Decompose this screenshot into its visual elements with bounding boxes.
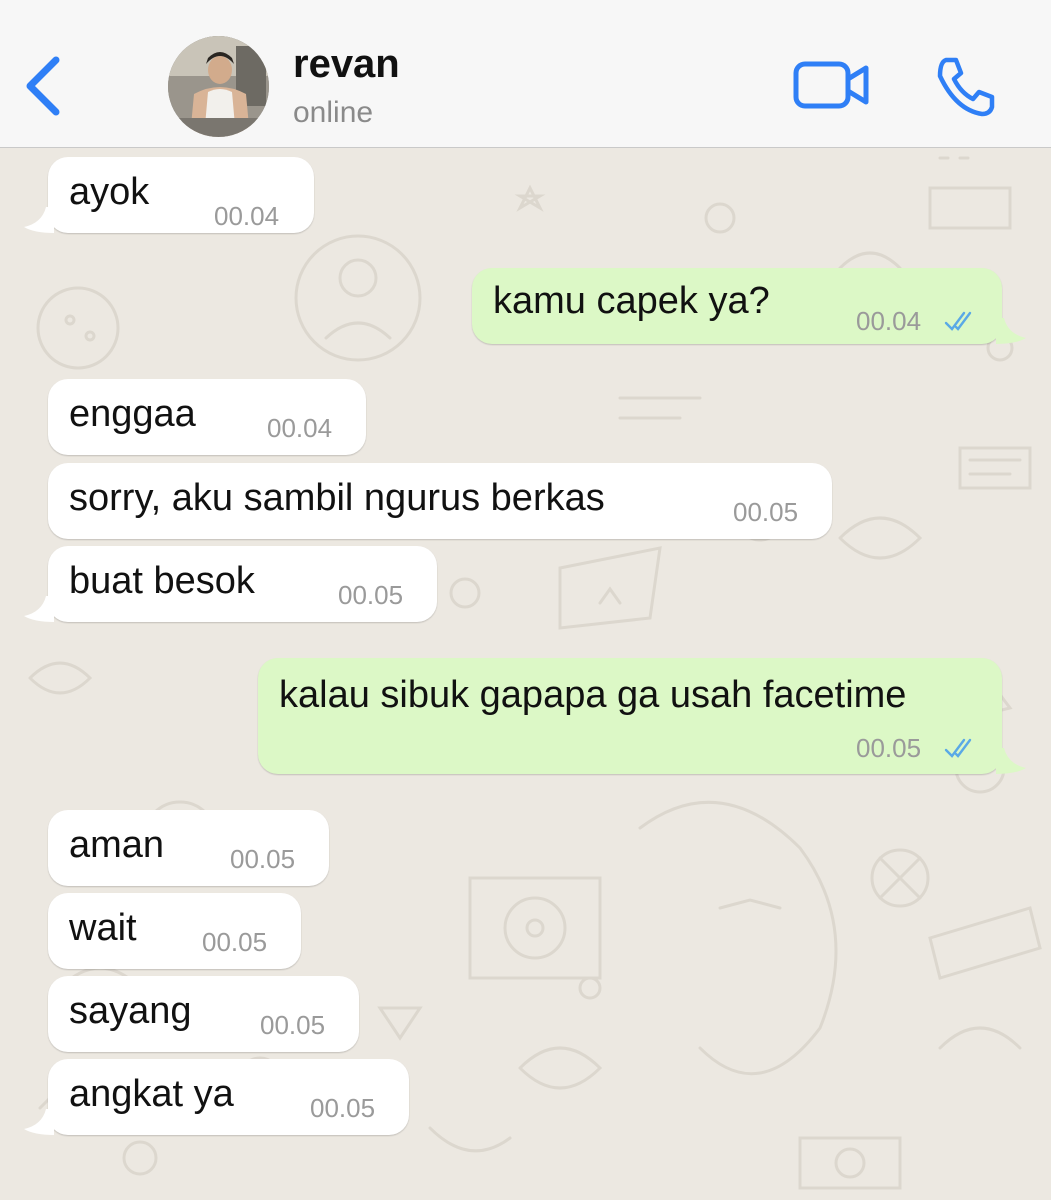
outgoing-message[interactable]: kalau sibuk gapapa ga usah facetime 00.05	[258, 658, 1026, 774]
message-timestamp: 00.05	[260, 1010, 326, 1040]
incoming-message[interactable]: sorry, aku sambil ngurus berkas 00.05	[48, 463, 832, 539]
bubble-tail	[24, 596, 54, 622]
message-timestamp: 00.05	[733, 497, 799, 527]
message-timestamp: 00.05	[856, 733, 922, 763]
avatar[interactable]	[168, 36, 269, 137]
message-text: enggaa	[69, 393, 196, 435]
message-text: kalau sibuk gapapa ga usah facetime	[279, 674, 907, 716]
incoming-message[interactable]: aman 00.05	[48, 810, 329, 886]
double-check-icon	[944, 311, 972, 331]
message-timestamp: 00.05	[338, 580, 404, 610]
video-call-button[interactable]	[792, 58, 872, 114]
message-text: ayok	[69, 171, 150, 213]
message-text: sorry, aku sambil ngurus berkas	[69, 477, 605, 519]
chat-header: revan online	[0, 0, 1051, 148]
avatar-photo	[168, 36, 269, 137]
message-text: aman	[69, 824, 165, 866]
message-timestamp: 00.05	[310, 1093, 376, 1123]
back-button[interactable]	[18, 50, 68, 120]
bubble-tail	[996, 748, 1026, 774]
message-text: kamu capek ya?	[493, 280, 770, 322]
message-text: angkat ya	[69, 1073, 234, 1115]
double-check-icon	[944, 738, 972, 758]
message-timestamp: 00.05	[230, 844, 296, 874]
bubble-tail	[24, 207, 54, 233]
message-timestamp: 00.04	[267, 413, 333, 443]
message-text: wait	[69, 907, 137, 949]
incoming-message[interactable]: ayok 00.04	[24, 157, 314, 233]
voice-call-button[interactable]	[934, 54, 998, 118]
message-list[interactable]: ayok 00.04 kamu capek ya? 00.04 enggaa 00.04 s…	[0, 148, 1051, 1200]
phone-icon	[937, 57, 995, 117]
contact-name[interactable]: revan	[293, 42, 400, 87]
outgoing-message[interactable]: kamu capek ya? 00.04	[472, 268, 1026, 344]
message-timestamp: 00.05	[202, 927, 268, 957]
message-text: buat besok	[69, 560, 255, 602]
bubble-tail	[996, 318, 1026, 344]
incoming-message[interactable]: buat besok 00.05	[24, 546, 437, 622]
message-timestamp: 00.04	[214, 201, 280, 231]
incoming-message[interactable]: wait 00.05	[48, 893, 301, 969]
message-text: sayang	[69, 990, 192, 1032]
contact-status: online	[293, 96, 374, 129]
message-timestamp: 00.04	[856, 306, 922, 336]
video-camera-icon	[793, 61, 869, 109]
incoming-message[interactable]: angkat ya 00.05	[24, 1059, 409, 1135]
bubble-tail	[24, 1109, 54, 1135]
incoming-message[interactable]: sayang 00.05	[48, 976, 359, 1052]
chevron-left-icon	[26, 56, 60, 116]
incoming-message[interactable]: enggaa 00.04	[48, 379, 366, 455]
